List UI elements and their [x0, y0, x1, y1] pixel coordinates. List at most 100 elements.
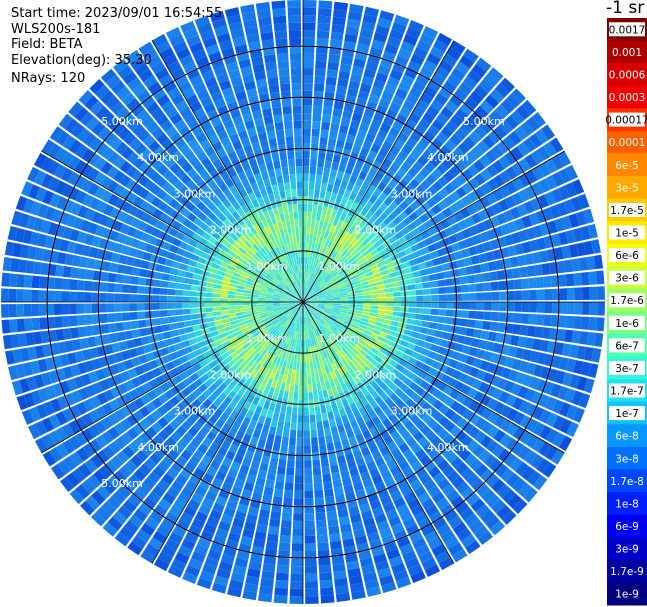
ray-gate — [484, 302, 492, 311]
ray-gate — [263, 486, 274, 496]
ray-gate — [327, 137, 337, 147]
ray-gate — [473, 329, 482, 339]
ray-gate — [519, 266, 529, 278]
ray-gate — [312, 467, 322, 476]
ray-gate — [1, 288, 9, 302]
ray-gate — [273, 488, 284, 498]
ray-gate — [312, 459, 321, 468]
ray-gate — [289, 52, 302, 61]
ray-gate — [167, 281, 177, 289]
ray-gate — [129, 303, 138, 312]
ray-gate — [431, 302, 439, 309]
ray-gate — [331, 115, 341, 125]
range-ring-label: 1.00km — [318, 332, 360, 345]
ray-gate — [415, 307, 424, 314]
ray-gate — [426, 266, 436, 275]
ray-gate — [212, 297, 221, 302]
ray-gate — [62, 265, 72, 278]
ray-gate — [589, 286, 598, 300]
ray-gate — [275, 473, 285, 483]
ray-gate — [278, 458, 287, 468]
ray-gate — [312, 113, 322, 122]
ray-gate — [300, 256, 303, 265]
ray-gate — [263, 178, 271, 188]
ray-gate — [340, 303, 349, 307]
ray-gate — [190, 313, 199, 320]
ray-gate — [191, 279, 200, 286]
ray-gate — [541, 327, 551, 340]
ray-gate — [438, 287, 447, 294]
ray-gate — [122, 284, 131, 293]
ray-gate — [129, 285, 138, 294]
ray-gate — [497, 322, 506, 333]
ray-gate — [292, 105, 302, 114]
ray-gate — [309, 414, 316, 423]
ray-gate — [235, 295, 243, 299]
ray-gate — [363, 305, 371, 309]
ray-gate — [283, 497, 293, 506]
ray-gate — [38, 290, 47, 302]
ray-gate — [296, 241, 300, 250]
ray-gate — [306, 226, 311, 235]
ray-gate — [297, 415, 303, 423]
ray-gate — [303, 22, 316, 31]
ray-gate — [266, 472, 276, 481]
ray-gate — [465, 265, 475, 275]
colorbar-tick-label: 6e-8 — [615, 431, 639, 443]
ray-gate — [308, 181, 315, 190]
ray-gate — [408, 290, 417, 296]
ray-gate — [274, 587, 288, 597]
ray-gate — [313, 482, 323, 491]
ray-gate — [480, 330, 490, 340]
ray-gate — [220, 285, 230, 291]
ray-gate — [278, 412, 286, 422]
ray-gate — [287, 452, 296, 461]
ray-gate — [559, 288, 568, 301]
ray-gate — [114, 303, 123, 312]
ray-gate — [298, 392, 303, 401]
ray-gate — [490, 281, 499, 291]
ray-gate — [265, 123, 275, 133]
ray-gate — [294, 377, 300, 385]
ray-gate — [445, 309, 454, 317]
ray-gate — [328, 418, 337, 428]
ray-gate — [205, 287, 214, 293]
ray-gate — [309, 361, 314, 370]
range-ring-label: 5.00km — [463, 115, 505, 128]
ray-gate — [159, 310, 168, 317]
ray-gate — [565, 273, 575, 287]
ray-gate — [129, 294, 138, 302]
ray-gate — [475, 283, 484, 292]
ray-gate — [348, 299, 356, 302]
ray-gate — [152, 318, 162, 326]
ray-gate — [16, 304, 25, 318]
ray-gate — [325, 404, 333, 413]
ray-gate — [441, 262, 451, 272]
ray-gate — [476, 302, 485, 311]
ray-gate — [286, 406, 292, 415]
ray-gate — [299, 234, 303, 242]
ray-gate — [61, 303, 70, 315]
ray-gate — [459, 276, 469, 285]
ray-gate — [467, 319, 476, 328]
colorbar-tick-label: 1.7e-5 — [610, 205, 644, 217]
ray-gate — [76, 291, 85, 302]
ray-gate — [311, 376, 316, 385]
ray-gate — [413, 276, 423, 284]
ray-gate — [325, 152, 334, 162]
ray-gate — [311, 128, 320, 137]
ray-gate — [138, 268, 148, 278]
ray-gate — [330, 425, 339, 435]
ray-gate — [291, 75, 302, 84]
ray-gate — [275, 572, 289, 581]
ray-gate — [288, 22, 302, 31]
ray-gate — [588, 317, 598, 331]
ray-gate — [288, 158, 295, 167]
ray-gate — [106, 293, 115, 302]
ray-gate — [318, 557, 331, 566]
range-ring-label: 3.00km — [391, 187, 433, 200]
ray-gate — [319, 579, 333, 589]
ray-gate — [274, 121, 284, 131]
ray-gate — [314, 75, 326, 85]
ray-gate — [513, 313, 522, 324]
